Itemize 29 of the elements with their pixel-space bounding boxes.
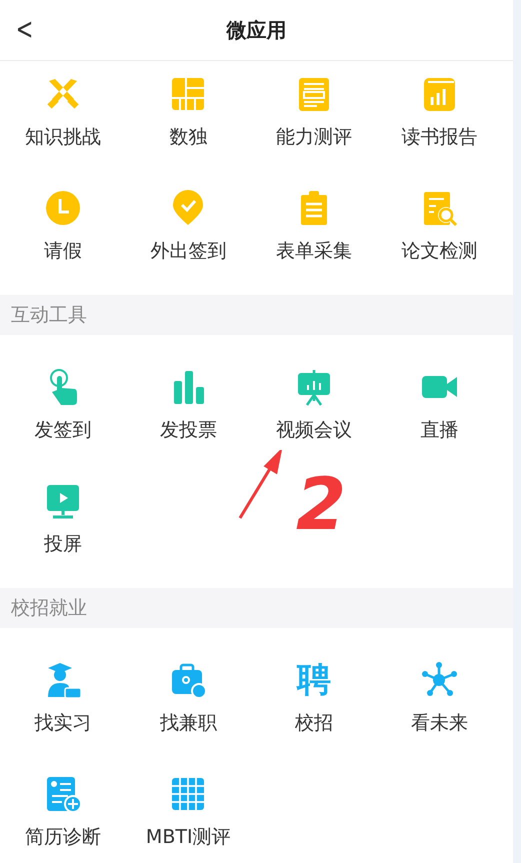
app-tile[interactable]: 论文检测 — [376, 189, 502, 262]
app-tile[interactable]: 投屏 — [0, 482, 126, 555]
app-tile[interactable]: 能力测评 — [251, 75, 376, 148]
app-tile[interactable]: 表单采集 — [251, 189, 376, 262]
app-tile[interactable]: 直播 — [376, 368, 502, 441]
glyph-icon: 聘 — [294, 661, 333, 699]
briefcase-coin-icon — [169, 661, 208, 699]
app-tile[interactable]: 找兼职 — [126, 661, 251, 734]
app-tile[interactable]: 找实习 — [0, 661, 126, 734]
app-tile[interactable]: 发签到 — [0, 368, 126, 441]
app-tile[interactable]: 聘 校招 — [251, 661, 376, 734]
app-tile[interactable]: 知识挑战 — [0, 75, 126, 148]
app-tile[interactable]: 请假 — [0, 189, 126, 262]
app-tile[interactable]: 数独 — [126, 75, 251, 148]
app-tile[interactable]: 读书报告 — [376, 75, 502, 148]
clock-icon — [44, 189, 82, 227]
network-nodes-icon — [420, 661, 458, 699]
page-title: 微应用 — [226, 16, 286, 44]
annotation-arrow — [236, 450, 284, 520]
app-tile[interactable]: 发投票 — [126, 368, 251, 441]
annotation-number: 2 — [296, 468, 346, 540]
section-title: 互动工具 — [11, 303, 87, 328]
app-tile[interactable]: 视频会议 — [251, 368, 376, 441]
app-tile[interactable]: 看未来 — [376, 661, 502, 734]
back-button[interactable]: < — [12, 12, 36, 47]
section-title: 校招就业 — [11, 596, 87, 621]
app-tile[interactable]: MBTI测评 — [126, 775, 251, 848]
app-tile[interactable]: 简历诊断 — [0, 775, 126, 848]
app-tile[interactable]: 外出签到 — [126, 189, 251, 262]
